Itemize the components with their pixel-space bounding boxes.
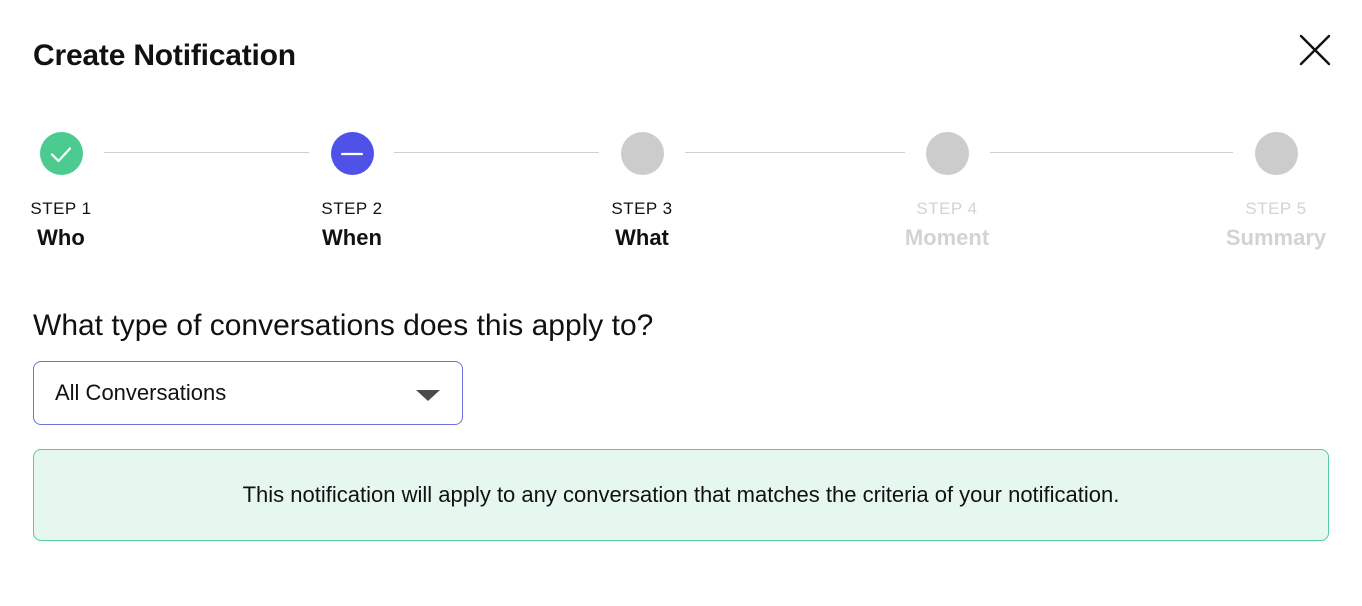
conversation-type-select[interactable]: All Conversations xyxy=(33,361,463,425)
conversation-type-question: What type of conversations does this app… xyxy=(33,309,654,342)
step-number: STEP 4 xyxy=(916,199,978,218)
chevron-down-icon[interactable] xyxy=(416,390,440,401)
step-3-indicator xyxy=(620,132,664,175)
step-moment: STEP 4 Moment xyxy=(877,132,1017,251)
step-2-indicator xyxy=(330,132,374,175)
minus-icon xyxy=(340,152,364,155)
create-notification-dialog: Create Notification STEP 1 Who STEP 2 Wh… xyxy=(0,0,1362,606)
check-icon xyxy=(50,146,72,162)
step-number: STEP 3 xyxy=(611,199,673,218)
step-4-indicator xyxy=(925,132,969,175)
step-name: What xyxy=(615,225,669,250)
step-name: Moment xyxy=(904,225,990,250)
info-banner: This notification will apply to any conv… xyxy=(33,449,1329,541)
step-connector xyxy=(685,152,905,153)
step-name: Summary xyxy=(1225,225,1327,250)
step-1-indicator xyxy=(39,132,83,175)
step-when[interactable]: STEP 2 When xyxy=(282,132,422,251)
info-message: This notification will apply to any conv… xyxy=(242,482,1120,507)
step-name: Who xyxy=(37,225,85,250)
step-number: STEP 1 xyxy=(30,199,92,218)
stepper: STEP 1 Who STEP 2 When STEP 3 What STEP … xyxy=(0,0,1362,260)
select-value: All Conversations xyxy=(55,380,227,405)
step-name: When xyxy=(322,225,382,250)
step-number: STEP 2 xyxy=(321,199,383,218)
step-connector xyxy=(104,152,309,153)
step-who[interactable]: STEP 1 Who xyxy=(0,132,131,251)
step-number: STEP 5 xyxy=(1245,199,1307,218)
step-connector xyxy=(394,152,599,153)
step-connector xyxy=(990,152,1233,153)
step-what[interactable]: STEP 3 What xyxy=(572,132,712,251)
step-summary: STEP 5 Summary xyxy=(1206,132,1346,251)
step-5-indicator xyxy=(1254,132,1298,175)
